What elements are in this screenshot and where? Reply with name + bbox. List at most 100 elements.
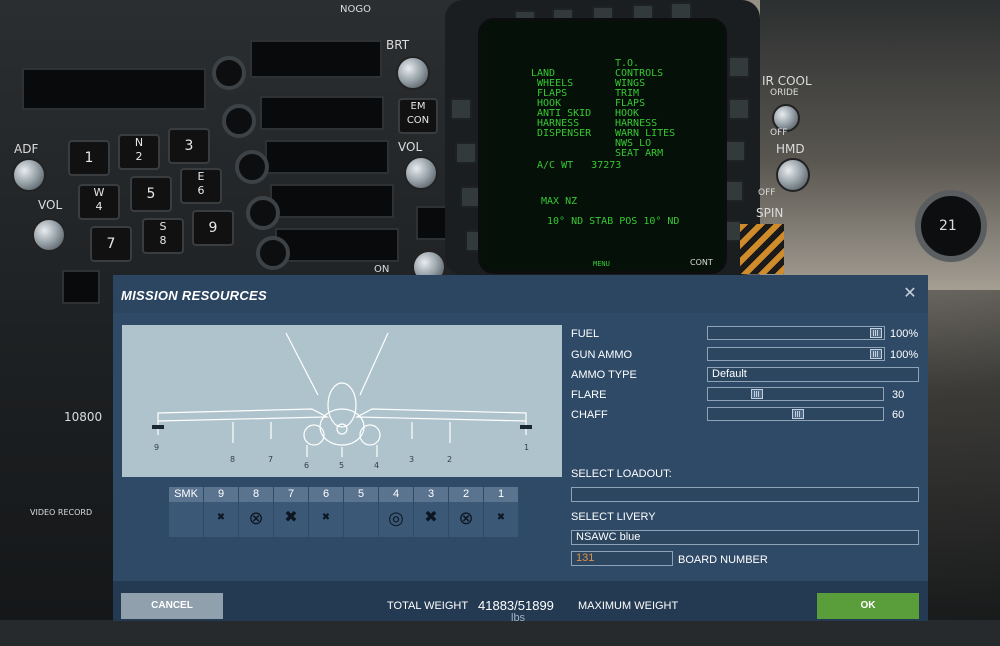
ddi-max-nz: MAX NZ: [541, 196, 578, 207]
video-record-label: VIDEO RECORD: [30, 508, 93, 517]
ddi-button-left-1[interactable]: [450, 98, 472, 120]
pylon-label: 4: [379, 487, 413, 502]
flare-slider[interactable]: [707, 387, 884, 401]
ddi-button-right-3[interactable]: [724, 140, 746, 162]
dialog-title: MISSION RESOURCES: [121, 288, 267, 303]
dialog-footer: CANCEL TOTAL WEIGHT 41883/51899 lbs MAXI…: [113, 581, 928, 624]
on-label: ON: [374, 264, 390, 275]
large-missile-icon: ⊗: [458, 508, 474, 528]
comm1-volume-knob[interactable]: [32, 218, 66, 252]
comm2-volume-knob[interactable]: [404, 156, 438, 190]
pylon-smoke[interactable]: SMK: [169, 487, 204, 537]
pylon-4[interactable]: 4 ◎: [379, 487, 414, 537]
ddi-button-right-2[interactable]: [728, 98, 750, 120]
key-3[interactable]: 3: [168, 128, 210, 164]
vol2-label: VOL: [398, 140, 423, 154]
key-9[interactable]: 9: [192, 210, 234, 246]
upfront-display-4: [265, 140, 389, 174]
ammo-type-label: AMMO TYPE: [571, 369, 637, 381]
option-select-ring-1[interactable]: [212, 56, 246, 90]
preview-station-7: 7: [268, 455, 274, 464]
upfront-display-2: [250, 40, 382, 78]
total-weight-label: TOTAL WEIGHT: [387, 600, 469, 612]
ddi-button-right-1[interactable]: [728, 56, 750, 78]
adf-label: ADF: [14, 142, 39, 156]
hmd-brightness-knob[interactable]: [776, 158, 810, 192]
loadout-select[interactable]: [571, 487, 919, 502]
mission-resources-dialog: MISSION RESOURCES ✕ 9 8 7 6 5 4 3 2 1 SM…: [113, 275, 928, 624]
option-select-ring-4[interactable]: [246, 196, 280, 230]
pylon-label: SMK: [169, 487, 203, 502]
brt-label: BRT: [386, 38, 410, 52]
flare-label: FLARE: [571, 389, 607, 401]
option-select-ring-3[interactable]: [235, 150, 269, 184]
ufc-keypad: 1 N 2 3 W 4 5 E 6 7 S 8 9: [60, 120, 260, 270]
select-livery-label: SELECT LIVERY: [571, 511, 656, 523]
pylon-5[interactable]: 5: [344, 487, 379, 537]
ddi-button-left-2[interactable]: [455, 142, 477, 164]
pylon-label: 8: [239, 487, 273, 502]
pylon-6[interactable]: 6 ✖: [309, 487, 344, 537]
pylon-label: 2: [449, 487, 483, 502]
key-8[interactable]: S 8: [142, 218, 184, 254]
key-4[interactable]: W 4: [78, 184, 120, 220]
select-loadout-label: SELECT LOADOUT:: [571, 468, 672, 480]
board-number-input[interactable]: 131: [571, 551, 673, 566]
chaff-slider[interactable]: [707, 407, 884, 421]
gun-ammo-slider-thumb[interactable]: [870, 349, 882, 359]
pod-icon: ◎: [388, 508, 404, 528]
key-1[interactable]: 1: [68, 140, 110, 176]
ok-button[interactable]: OK: [817, 593, 919, 619]
ammo-type-select[interactable]: Default: [707, 367, 919, 382]
fuel-slider-thumb[interactable]: [870, 328, 882, 338]
option-select-ring-5[interactable]: [256, 236, 290, 270]
preview-station-8: 8: [230, 455, 236, 464]
emcon-button[interactable]: EM CON: [398, 98, 438, 134]
pylon-7[interactable]: 7 ✖: [274, 487, 309, 537]
large-missile-icon: ⊗: [248, 508, 264, 528]
pylon-2[interactable]: 2 ⊗: [449, 487, 484, 537]
cancel-button[interactable]: CANCEL: [121, 593, 223, 619]
preview-station-6: 6: [304, 461, 310, 470]
cont-label: CONT: [690, 258, 713, 267]
fuel-slider[interactable]: [707, 326, 885, 340]
small-crosshair-icon: ✖: [216, 512, 226, 523]
spin-label: SPIN: [756, 206, 784, 220]
weight-units: lbs: [511, 612, 526, 624]
chaff-slider-thumb[interactable]: [792, 409, 804, 419]
hmd-off-label: OFF: [758, 188, 776, 198]
key-6[interactable]: E 6: [180, 168, 222, 204]
option-select-ring-2[interactable]: [222, 104, 256, 138]
lower-panel: [0, 620, 1000, 646]
adf-knob[interactable]: [12, 158, 46, 192]
pylon-1[interactable]: 1 ✖: [484, 487, 518, 537]
close-icon[interactable]: ✕: [902, 286, 918, 302]
flare-value: 30: [892, 389, 905, 401]
key-2[interactable]: N 2: [118, 134, 160, 170]
pylon-3[interactable]: 3 ✖: [414, 487, 449, 537]
flare-slider-thumb[interactable]: [751, 389, 763, 399]
brightness-knob[interactable]: [396, 56, 430, 90]
gun-ammo-slider[interactable]: [707, 347, 885, 361]
upfront-display-5: [270, 184, 394, 218]
pylon-9[interactable]: 9 ✖: [204, 487, 239, 537]
preview-station-3: 3: [409, 455, 415, 464]
pylon-8[interactable]: 8 ⊗: [239, 487, 274, 537]
f18-front-view-image: [152, 332, 532, 457]
livery-select[interactable]: NSAWC blue: [571, 530, 919, 545]
preview-station-2: 2: [447, 455, 453, 464]
right-ddi-screen: LAND WHEELS FLAPS HOOK ANTI SKID HARNESS…: [478, 18, 727, 274]
pylon-label: 3: [414, 487, 448, 502]
preview-station-1: 1: [524, 443, 530, 452]
key-7[interactable]: 7: [90, 226, 132, 262]
key-5[interactable]: 5: [130, 176, 172, 212]
board-number-label: BOARD NUMBER: [678, 554, 768, 566]
comm2-channel-display: [416, 206, 448, 240]
comm1-channel-display: [62, 270, 100, 304]
aircraft-preview: 9 8 7 6 5 4 3 2 1: [122, 325, 562, 477]
ddi-checklist-right: T.O. CONTROLS WINGS TRIM FLAPS HOOK HARN…: [615, 58, 676, 159]
clock-number: 21: [939, 218, 957, 234]
ddi-aircraft-weight: A/C WT 37273: [537, 160, 622, 171]
ir-off-label: OFF: [770, 128, 788, 138]
upfront-display-6: [275, 228, 399, 262]
